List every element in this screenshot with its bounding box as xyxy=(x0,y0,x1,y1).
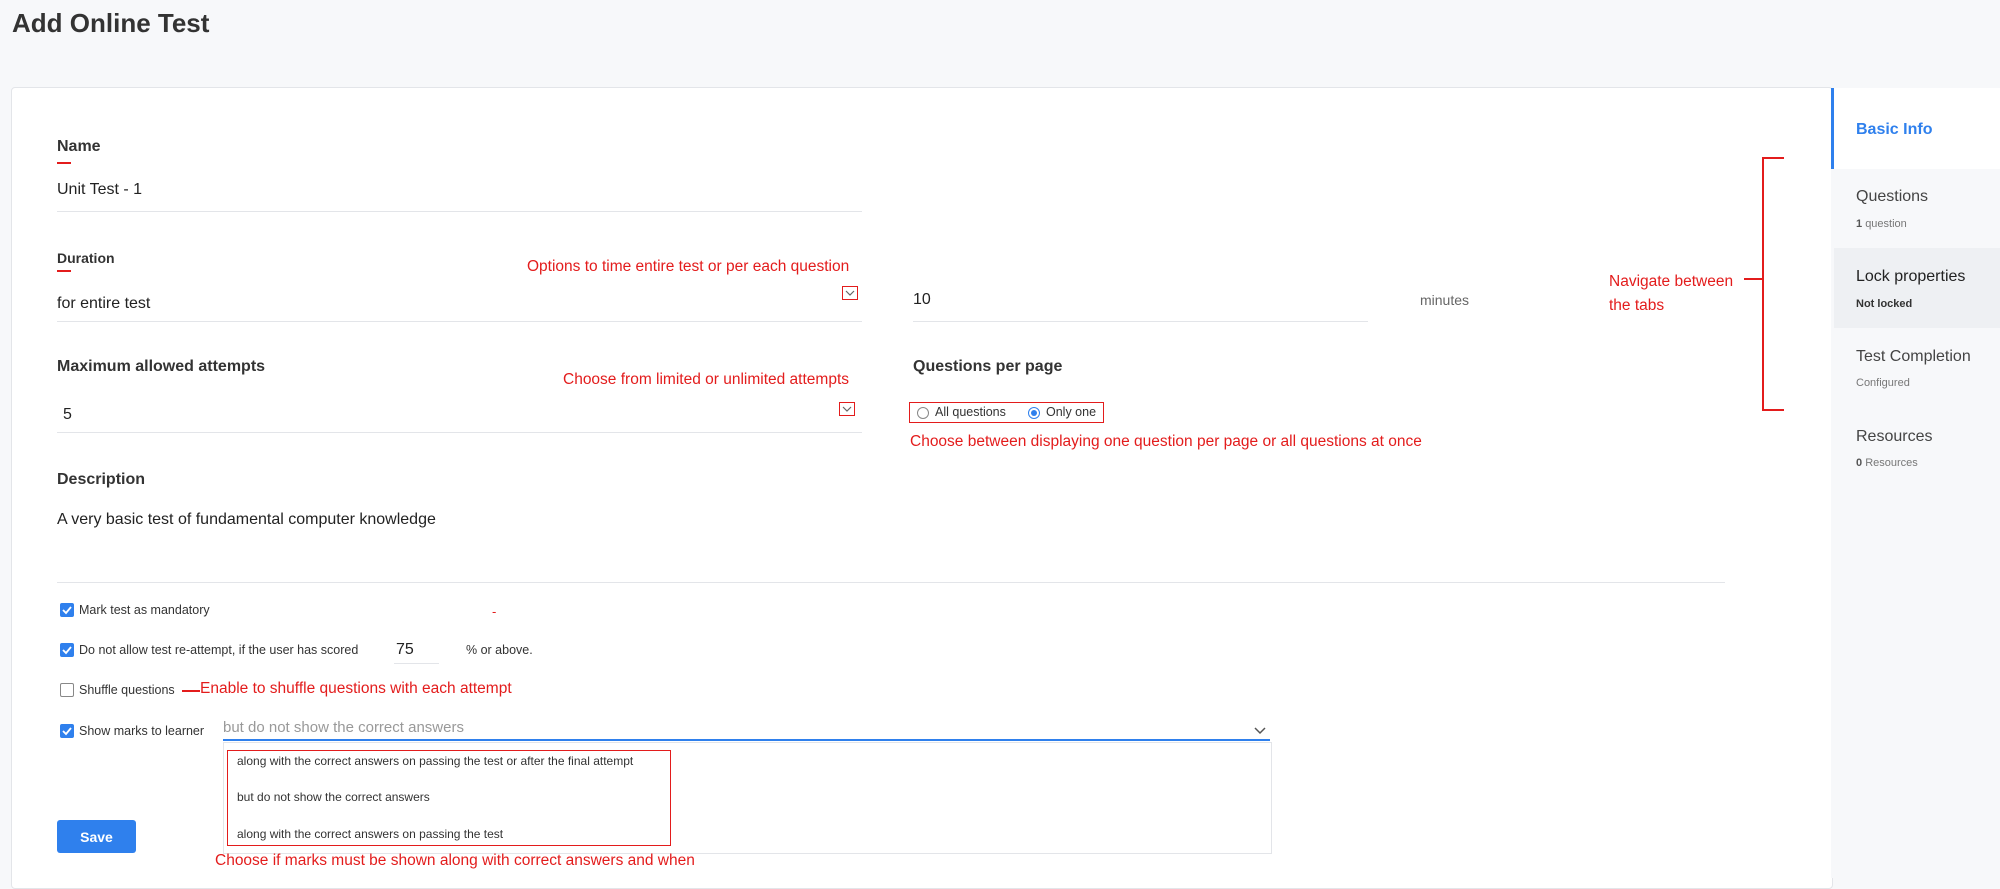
reattempt-score-underline xyxy=(394,663,439,664)
tab-resources[interactable]: Resources xyxy=(1856,428,1932,446)
duration-amount-underline xyxy=(913,321,1368,322)
questions-count: 1 xyxy=(1856,218,1863,230)
reattempt-score-input[interactable]: 75 xyxy=(396,641,414,659)
save-button[interactable]: Save xyxy=(57,820,136,853)
show-marks-select[interactable]: but do not show the correct answers xyxy=(223,719,464,736)
duration-label: Duration xyxy=(57,250,115,266)
shuffle-label: Shuffle questions xyxy=(79,683,175,697)
annotation-marks: Choose if marks must be shown along with… xyxy=(215,852,695,869)
attempts-select[interactable]: 5 xyxy=(63,406,72,424)
tab-test-completion-sub: Configured xyxy=(1856,377,1910,389)
chevron-down-icon[interactable] xyxy=(839,402,855,416)
description-underline xyxy=(57,582,1725,583)
tab-basic-info-label[interactable]: Basic Info xyxy=(1856,121,1932,139)
resources-count: 0 xyxy=(1856,457,1863,469)
active-tab-indicator xyxy=(1831,88,1834,169)
description-textarea[interactable]: A very basic test of fundamental compute… xyxy=(57,511,436,529)
annotation-shuffle: Enable to shuffle questions with each at… xyxy=(200,680,512,697)
attempts-select-underline xyxy=(57,432,862,433)
dropdown-option[interactable]: along with the correct answers on passin… xyxy=(237,827,503,841)
dropdown-option[interactable]: along with the correct answers on passin… xyxy=(237,754,633,768)
tab-questions-sub: 1 question xyxy=(1856,218,1907,230)
duration-amount-input[interactable]: 10 xyxy=(913,291,931,309)
required-marker xyxy=(57,270,71,272)
name-label: Name xyxy=(57,138,101,155)
name-input-underline xyxy=(57,211,862,212)
checkbox-mandatory[interactable] xyxy=(60,603,74,617)
chevron-down-icon[interactable] xyxy=(1254,722,1266,740)
questions-count-label: question xyxy=(1865,218,1907,230)
required-marker xyxy=(57,162,71,164)
annotation-bracket-bottom xyxy=(1762,409,1784,411)
name-input[interactable]: Unit Test - 1 xyxy=(57,181,142,199)
tab-resources-sub: 0 Resources xyxy=(1856,457,1918,469)
checkmark-icon xyxy=(62,646,72,655)
tab-nav xyxy=(1831,88,2000,878)
radio-icon[interactable] xyxy=(917,407,929,419)
annotation-bracket-top xyxy=(1762,157,1784,159)
annotation-stray-dash: - xyxy=(492,604,497,619)
description-label: Description xyxy=(57,471,146,488)
attempts-label: Maximum allowed attempts xyxy=(57,358,266,375)
duration-unit: minutes xyxy=(1420,292,1470,308)
page-title: Add Online Test xyxy=(12,8,210,38)
checkbox-show-marks[interactable] xyxy=(60,724,74,738)
show-marks-label: Show marks to learner xyxy=(79,724,205,738)
annotation-duration: Options to time entire test or per each … xyxy=(527,258,850,275)
resources-count-label: Resources xyxy=(1865,457,1918,469)
qpp-label: Questions per page xyxy=(913,358,1063,375)
mandatory-label: Mark test as mandatory xyxy=(79,603,210,617)
dropdown-option[interactable]: but do not show the correct answers xyxy=(237,790,430,804)
annotation-line xyxy=(1744,278,1762,280)
annotation-attempts: Choose from limited or unlimited attempt… xyxy=(563,371,850,388)
duration-select-underline xyxy=(57,321,862,322)
tab-lock-properties-sub: Not locked xyxy=(1856,298,1913,310)
annotation-tabs: Navigate between the tabs xyxy=(1609,273,1734,314)
tab-lock-properties[interactable]: Lock properties xyxy=(1856,268,1965,286)
annotation-qpp: Choose between displaying one question p… xyxy=(910,433,1422,450)
annotation-bracket xyxy=(1762,158,1764,410)
tab-lock-properties-bg[interactable] xyxy=(1834,248,2000,328)
chevron-down-icon[interactable] xyxy=(842,286,858,300)
tab-questions[interactable]: Questions xyxy=(1856,188,1928,206)
tab-test-completion[interactable]: Test Completion xyxy=(1856,348,1971,366)
checkmark-icon xyxy=(62,727,72,736)
reattempt-label: Do not allow test re-attempt, if the use… xyxy=(79,643,359,657)
annotation-line xyxy=(182,690,200,692)
duration-select[interactable]: for entire test xyxy=(57,295,150,313)
checkmark-icon xyxy=(62,606,72,615)
qpp-option-one[interactable]: Only one xyxy=(1046,405,1096,419)
checkbox-reattempt[interactable] xyxy=(60,643,74,657)
checkbox-shuffle[interactable] xyxy=(60,683,74,697)
show-marks-select-underline xyxy=(223,739,1270,741)
qpp-option-all[interactable]: All questions xyxy=(935,405,1006,419)
radio-icon[interactable] xyxy=(1028,407,1040,419)
reattempt-suffix: % or above. xyxy=(466,643,533,657)
